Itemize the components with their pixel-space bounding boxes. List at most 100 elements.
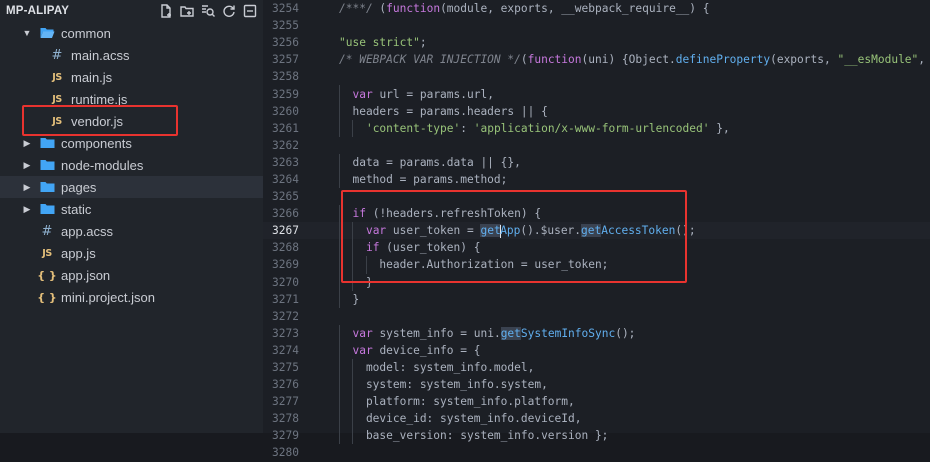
- folder-open-icon: [39, 26, 55, 40]
- acss-file-icon: #: [41, 223, 53, 239]
- code-line[interactable]: 3277 platform: system_info.platform,: [263, 393, 930, 411]
- code-line[interactable]: 3255: [263, 17, 930, 34]
- code-editor[interactable]: 3254 /***/ (function(module, exports, __w…: [263, 0, 930, 459]
- code-line[interactable]: 3271 }: [263, 290, 930, 308]
- code-line[interactable]: 3258: [263, 68, 930, 85]
- tree-item-label: mini.project.json: [61, 289, 155, 305]
- chevron-right-icon: ▶: [23, 203, 31, 214]
- line-number: 3269: [272, 258, 299, 272]
- line-code: var system_info = uni.getSystemInfoSync(…: [352, 326, 636, 340]
- js-file-icon: JS: [52, 71, 62, 83]
- tree-item-label: main.acss: [71, 47, 130, 63]
- line-number: 3255: [272, 19, 299, 33]
- tree-item-label: pages: [61, 179, 97, 195]
- code-line[interactable]: 3272: [263, 308, 930, 325]
- line-number: 3265: [272, 190, 299, 204]
- refresh-icon[interactable]: [221, 4, 236, 19]
- line-number: 3258: [272, 70, 299, 84]
- explorer-toolbar: [158, 4, 257, 19]
- file-main-js[interactable]: JS main.js: [0, 66, 263, 88]
- folder-icon: [39, 158, 55, 172]
- line-number: 3256: [272, 36, 299, 50]
- line-code: platform: system_info.platform,: [339, 395, 575, 409]
- line-number: 3279: [272, 429, 299, 443]
- chevron-right-icon: ▶: [23, 181, 31, 192]
- line-code: device_id: system_info.deviceId,: [339, 412, 582, 426]
- js-file-icon: JS: [52, 93, 62, 105]
- code-line[interactable]: 3264 method = params.method;: [263, 170, 930, 189]
- line-code: data = params.data || {},: [339, 155, 521, 169]
- code-line[interactable]: 3261 'content-type': 'application/x-www-…: [263, 119, 930, 137]
- line-number: 3272: [272, 309, 299, 323]
- line-code: headers = params.headers || {: [339, 104, 548, 118]
- file-explorer: MP-ALIPAY ▼ common # main.acss JS main.j…: [0, 0, 263, 433]
- code-line[interactable]: 3273 var system_info = uni.getSystemInfo…: [263, 324, 930, 342]
- collapse-all-icon[interactable]: [242, 4, 257, 19]
- code-line[interactable]: 3262: [263, 137, 930, 154]
- code-line[interactable]: 3260 headers = params.headers || {: [263, 102, 930, 120]
- line-number: 3277: [272, 395, 299, 409]
- new-file-icon[interactable]: [158, 4, 173, 19]
- line-number: 3271: [272, 292, 299, 306]
- json-file-icon: { }: [37, 290, 57, 304]
- line-number: 3266: [272, 207, 299, 221]
- file-app-acss[interactable]: # app.acss: [0, 220, 263, 242]
- chevron-down-icon: ▼: [22, 28, 32, 38]
- tree-item-label: common: [61, 25, 111, 41]
- code-line[interactable]: 3280: [263, 444, 930, 461]
- line-code: var url = params.url,: [352, 87, 494, 101]
- line-code: /***/ (function(module, exports, __webpa…: [339, 2, 710, 16]
- line-number: 3268: [272, 241, 299, 255]
- line-code: system: system_info.system,: [339, 378, 548, 392]
- explorer-title: MP-ALIPAY: [6, 5, 70, 17]
- line-number: 3257: [272, 53, 299, 67]
- line-number: 3259: [272, 87, 299, 101]
- file-tree: ▼ common # main.acss JS main.js JS runti…: [0, 22, 263, 308]
- explorer-header: MP-ALIPAY: [0, 0, 263, 22]
- folder-pages[interactable]: ▶ pages: [0, 176, 263, 198]
- line-number: 3280: [272, 446, 299, 460]
- code-line[interactable]: 3275 model: system_info.model,: [263, 358, 930, 377]
- code-line[interactable]: 3254 /***/ (function(module, exports, __w…: [263, 0, 930, 17]
- line-number: 3267: [272, 224, 299, 238]
- line-number: 3254: [272, 2, 299, 16]
- highlight-box-vendor: [22, 105, 178, 136]
- search-icon[interactable]: [200, 4, 215, 19]
- file-main-acss[interactable]: # main.acss: [0, 44, 263, 66]
- line-number: 3278: [272, 412, 299, 426]
- folder-icon: [39, 180, 55, 194]
- folder-static[interactable]: ▶ static: [0, 198, 263, 220]
- tree-item-label: components: [61, 135, 132, 151]
- file-mini-project-json[interactable]: { } mini.project.json: [0, 286, 263, 308]
- code-line[interactable]: 3263 data = params.data || {},: [263, 153, 930, 171]
- line-number: 3275: [272, 361, 299, 375]
- code-line[interactable]: 3276 system: system_info.system,: [263, 376, 930, 394]
- chevron-right-icon: ▶: [23, 159, 31, 170]
- folder-common[interactable]: ▼ common: [0, 22, 263, 44]
- file-app-js[interactable]: JS app.js: [0, 242, 263, 264]
- line-code: /* WEBPACK VAR INJECTION */(function(uni…: [339, 53, 926, 67]
- chevron-right-icon: ▶: [23, 137, 31, 148]
- code-line[interactable]: 3279 base_version: system_info.version }…: [263, 427, 930, 445]
- code-line[interactable]: 3278 device_id: system_info.deviceId,: [263, 410, 930, 428]
- file-app-json[interactable]: { } app.json: [0, 264, 263, 286]
- folder-icon: [39, 202, 55, 216]
- line-code: base_version: system_info.version };: [339, 429, 609, 443]
- line-number: 3273: [272, 326, 299, 340]
- code-line[interactable]: 3259 var url = params.url,: [263, 85, 930, 103]
- code-line[interactable]: 3256 "use strict";: [263, 34, 930, 51]
- acss-file-icon: #: [51, 47, 63, 63]
- line-code: 'content-type': 'application/x-www-form-…: [365, 121, 730, 135]
- line-number: 3270: [272, 275, 299, 289]
- code-line[interactable]: 3257 /* WEBPACK VAR INJECTION */(function…: [263, 51, 930, 68]
- line-code: }: [339, 292, 360, 306]
- line-number: 3264: [272, 172, 299, 186]
- folder-node-modules[interactable]: ▶ node-modules: [0, 154, 263, 176]
- code-line[interactable]: 3274 var device_info = {: [263, 341, 930, 359]
- js-file-icon: JS: [42, 247, 52, 259]
- new-folder-icon[interactable]: [179, 4, 194, 19]
- highlight-box-code: [341, 190, 687, 283]
- tree-item-label: app.acss: [61, 223, 114, 239]
- tree-item-label: app.json: [61, 267, 111, 283]
- line-number: 3262: [272, 138, 299, 152]
